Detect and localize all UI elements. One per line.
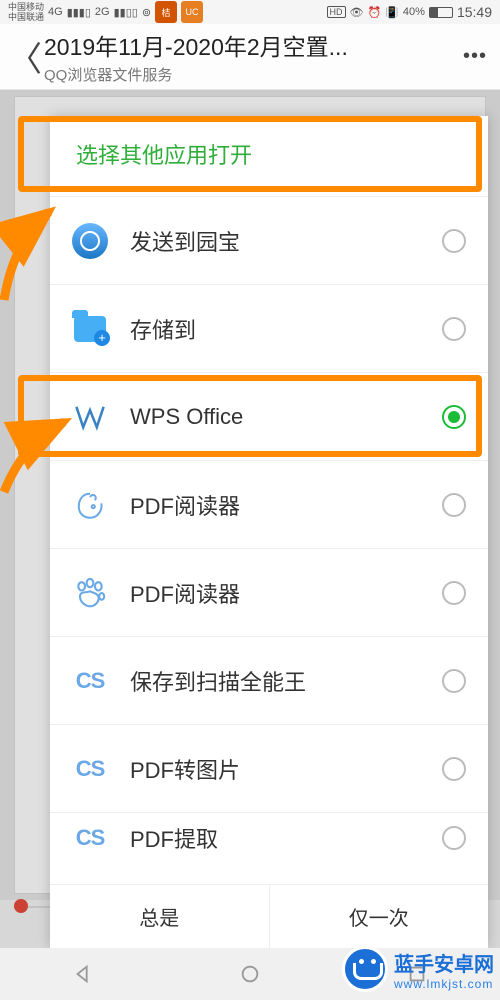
sheet-item-storage[interactable]: 存储到 xyxy=(50,284,488,372)
open-with-sheet: 选择其他应用打开 发送到园宝 存储到 WPS Office PDF阅读器 xyxy=(50,116,488,948)
wps-icon xyxy=(68,395,112,439)
item-label: 发送到园宝 xyxy=(130,225,442,257)
nav-back-icon[interactable] xyxy=(72,963,94,985)
page-title: 2019年11月-2020年2月空置... xyxy=(44,28,458,62)
status-bar: 中国移动 中国联通 4G ▮▮▮▯ 2G ▮▮▯▯ ⊚ 桔 UC HD 👁 ⏰ … xyxy=(0,0,500,24)
item-label: WPS Office xyxy=(130,404,442,430)
carrier-1: 中国移动 xyxy=(8,2,44,12)
page-subtitle: QQ浏览器文件服务 xyxy=(44,64,458,85)
folder-icon xyxy=(68,307,112,351)
more-button[interactable]: ••• xyxy=(458,45,492,68)
radio-button[interactable] xyxy=(442,669,466,693)
hd-icon: HD xyxy=(327,6,346,18)
wifi-icon: ⊚ xyxy=(142,6,151,19)
radio-button[interactable] xyxy=(442,493,466,517)
back-button[interactable]: 〈 xyxy=(8,32,38,81)
sheet-item-camscan-extract[interactable]: CS PDF提取 xyxy=(50,812,488,862)
net-label-2g: 2G xyxy=(95,6,110,18)
item-label: PDF转图片 xyxy=(130,753,442,785)
carrier-block: 中国移动 中国联通 xyxy=(8,2,44,22)
yuanbao-icon xyxy=(68,219,112,263)
status-right: HD 👁 ⏰ 📳 40% 15:49 xyxy=(327,4,492,20)
uc-icon xyxy=(68,483,112,527)
watermark: 蓝手安卓网 www.lmkjst.com xyxy=(342,946,494,992)
watermark-url: www.lmkjst.com xyxy=(394,977,494,991)
sheet-footer: 总是 仅一次 xyxy=(50,884,488,948)
signal-icon-2: ▮▮▯▯ xyxy=(114,6,138,19)
vibrate-icon: 📳 xyxy=(385,6,399,19)
radio-button[interactable] xyxy=(442,317,466,341)
item-label: PDF阅读器 xyxy=(130,489,442,521)
radio-button[interactable] xyxy=(442,405,466,429)
camscanner-icon: CS xyxy=(68,747,112,791)
camscanner-icon: CS xyxy=(68,659,112,703)
sheet-title: 选择其他应用打开 xyxy=(50,116,488,196)
net-label-4g: 4G xyxy=(48,6,63,18)
sheet-item-baidu-pdf[interactable]: PDF阅读器 xyxy=(50,548,488,636)
baidu-paw-icon xyxy=(68,571,112,615)
radio-button[interactable] xyxy=(442,757,466,781)
app-header: 〈 2019年11月-2020年2月空置... QQ浏览器文件服务 ••• xyxy=(0,24,500,90)
watermark-title: 蓝手安卓网 xyxy=(394,948,494,977)
radio-button[interactable] xyxy=(442,581,466,605)
alarm-icon: ⏰ xyxy=(368,6,382,19)
item-label: 存储到 xyxy=(130,313,442,345)
item-label: 保存到扫描全能王 xyxy=(130,665,442,697)
eye-icon: 👁 xyxy=(350,6,364,19)
sheet-item-uc-pdf[interactable]: PDF阅读器 xyxy=(50,460,488,548)
battery-icon xyxy=(429,7,453,18)
item-label: PDF提取 xyxy=(130,822,442,854)
clock-text: 15:49 xyxy=(457,4,492,20)
status-left: 中国移动 中国联通 4G ▮▮▮▯ 2G ▮▮▯▯ ⊚ 桔 UC xyxy=(8,1,203,23)
app-badge-icon-2: UC xyxy=(181,1,203,23)
item-label: PDF阅读器 xyxy=(130,577,442,609)
radio-button[interactable] xyxy=(442,229,466,253)
always-button[interactable]: 总是 xyxy=(50,885,270,948)
sheet-item-camscan-save[interactable]: CS 保存到扫描全能王 xyxy=(50,636,488,724)
sheet-item-yuanbao[interactable]: 发送到园宝 xyxy=(50,196,488,284)
signal-icon: ▮▮▮▯ xyxy=(67,6,91,19)
battery-pct: 40% xyxy=(403,6,425,18)
nav-home-icon[interactable] xyxy=(239,963,261,985)
app-badge-icon: 桔 xyxy=(155,1,177,23)
sheet-list: 发送到园宝 存储到 WPS Office PDF阅读器 xyxy=(50,196,488,884)
watermark-robot-icon xyxy=(342,946,388,992)
carrier-2: 中国联通 xyxy=(8,12,44,22)
just-once-button[interactable]: 仅一次 xyxy=(270,885,489,948)
sheet-item-wps[interactable]: WPS Office xyxy=(50,372,488,460)
sheet-item-camscan-img[interactable]: CS PDF转图片 xyxy=(50,724,488,812)
camscanner-icon: CS xyxy=(68,816,112,860)
radio-button[interactable] xyxy=(442,826,466,850)
